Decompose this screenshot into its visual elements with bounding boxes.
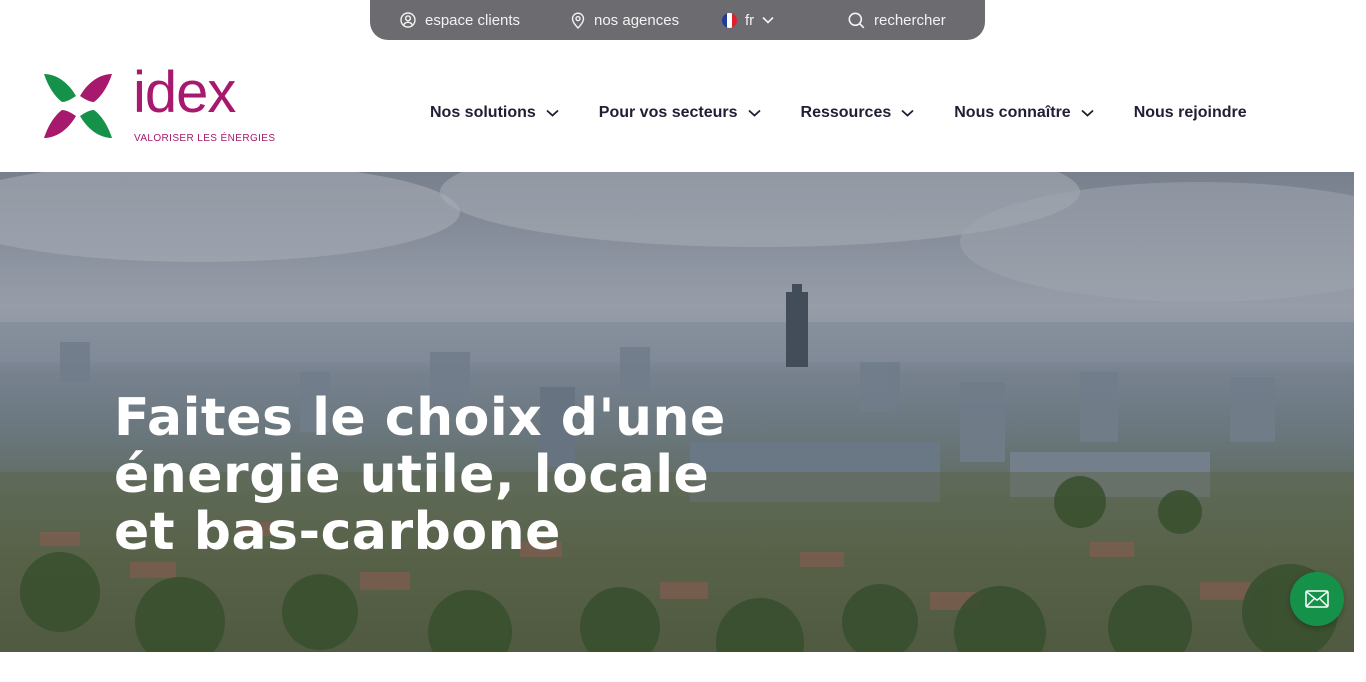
nav-item-label: Nos solutions [430,104,536,121]
utility-bar: espace clients nos agences fr rechercher [370,0,985,40]
nav-item-nous-connaitre[interactable]: Nous connaître [954,104,1094,122]
espace-clients-link[interactable]: espace clients [400,0,520,40]
chevron-down-icon [901,109,914,117]
search-icon [848,12,865,28]
idex-symbol-icon [44,74,112,138]
language-selector[interactable]: fr [722,0,774,40]
nav-item-label: Nous rejoindre [1133,104,1247,121]
nav-item-nous-rejoindre[interactable]: Nous rejoindre [1134,104,1247,122]
nav-item-pour-vos-secteurs[interactable]: Pour vos secteurs [599,104,761,122]
scrollbar-track[interactable] [1354,0,1366,682]
hero-banner: Faites le choix d'une énergie utile, loc… [0,172,1354,652]
nos-agences-label: nos agences [594,11,680,29]
nav-item-nos-solutions[interactable]: Nos solutions [430,104,559,122]
search-label: rechercher [874,11,946,29]
nos-agences-link[interactable]: nos agences [571,0,679,40]
chevron-down-icon [747,109,761,117]
hero-title: Faites le choix d'une énergie utile, loc… [114,388,726,562]
nav-item-label: Ressources [800,104,892,121]
chevron-down-icon [1081,109,1094,117]
envelope-icon [1305,590,1329,608]
chevron-down-icon [762,16,774,24]
idex-logo[interactable]: idex VALORISER LES ÉNERGIES [40,64,280,146]
map-pin-icon [571,12,585,29]
nav-item-label: Nous connaître [954,104,1071,121]
espace-clients-label: espace clients [425,11,521,29]
search-link[interactable]: rechercher [848,0,946,40]
logo-tagline: VALORISER LES ÉNERGIES [134,133,276,144]
language-label: fr [745,11,755,29]
contact-button[interactable] [1290,572,1344,626]
french-flag-icon [722,12,737,28]
main-nav: Nos solutions Pour vos secteurs Ressourc… [430,92,1247,134]
chevron-down-icon [546,109,559,117]
nav-item-label: Pour vos secteurs [598,104,738,121]
user-circle-icon [400,12,416,28]
logo-wordmark: idex [133,60,236,125]
nav-item-ressources[interactable]: Ressources [801,104,915,122]
